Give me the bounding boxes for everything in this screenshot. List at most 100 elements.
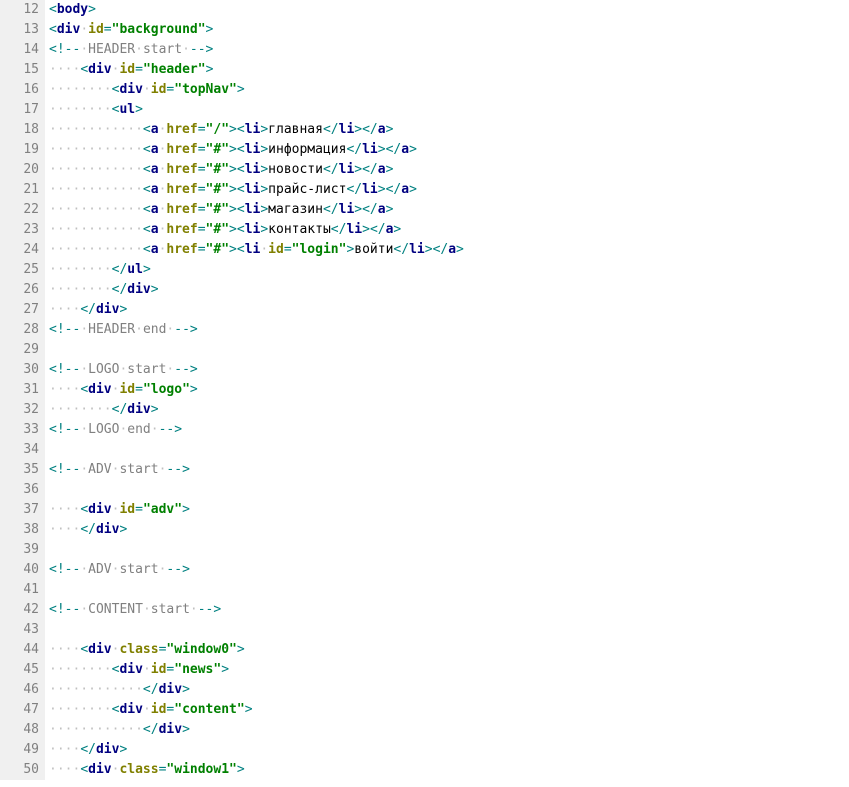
token-ws-dot: · — [143, 82, 151, 97]
token-tag-name: li — [346, 222, 362, 237]
code-line[interactable] — [49, 480, 849, 500]
token-attr-value: "#" — [206, 142, 229, 157]
code-line[interactable] — [49, 580, 849, 600]
token-tag-name: li — [245, 162, 261, 177]
token-tag-bracket: < — [80, 642, 88, 657]
code-line[interactable]: ········<div·id="news"> — [49, 660, 849, 680]
token-tag-name: div — [96, 522, 119, 537]
token-tag-bracket: < — [49, 22, 57, 37]
token-attr-value: "header" — [143, 62, 206, 77]
token-comment: start — [143, 42, 182, 57]
code-line[interactable] — [49, 340, 849, 360]
token-ws-dot: ········ — [49, 282, 112, 297]
code-line[interactable] — [49, 440, 849, 460]
code-line[interactable]: ············</div> — [49, 680, 849, 700]
code-line[interactable]: <!--·CONTENT·start·--> — [49, 600, 849, 620]
code-line[interactable]: ············<a·href="#"><li>информация</… — [49, 140, 849, 160]
code-line[interactable]: ····<div·id="logo"> — [49, 380, 849, 400]
token-tag-bracket: < — [237, 202, 245, 217]
token-tag-name: li — [409, 242, 425, 257]
token-tag-name: div — [88, 762, 111, 777]
token-attr-name: id — [151, 702, 167, 717]
code-editor[interactable]: 1213141516171819202122232425262728293031… — [0, 0, 849, 780]
token-txt: контакты — [268, 222, 331, 237]
token-attr-value: "#" — [206, 182, 229, 197]
token-attr-value: "logo" — [143, 382, 190, 397]
token-ws-dot: ············ — [49, 162, 143, 177]
line-number: 48 — [0, 720, 39, 740]
code-line[interactable] — [49, 620, 849, 640]
line-number: 18 — [0, 120, 39, 140]
token-tag-bracket: = — [198, 222, 206, 237]
token-ws-dot: · — [80, 22, 88, 37]
code-line[interactable]: ····</div> — [49, 520, 849, 540]
token-tag-name: a — [378, 162, 386, 177]
code-line[interactable]: ········<div·id="topNav"> — [49, 80, 849, 100]
code-line[interactable]: ········<ul> — [49, 100, 849, 120]
token-tag-name: div — [119, 82, 142, 97]
token-tag-bracket: </ — [112, 402, 128, 417]
line-number: 44 — [0, 640, 39, 660]
token-attr-value: "/" — [206, 122, 229, 137]
token-tag-name: div — [88, 642, 111, 657]
code-line[interactable]: <div·id="background"> — [49, 20, 849, 40]
code-line[interactable]: ····</div> — [49, 300, 849, 320]
line-number: 37 — [0, 500, 39, 520]
code-line[interactable]: ····<div·id="header"> — [49, 60, 849, 80]
code-line[interactable]: ············<a·href="/"><li>главная</li>… — [49, 120, 849, 140]
code-line[interactable]: ····<div·id="adv"> — [49, 500, 849, 520]
code-line[interactable]: ············<a·href="#"><li>прайс-лист</… — [49, 180, 849, 200]
token-tag-bracket: < — [143, 182, 151, 197]
line-number: 19 — [0, 140, 39, 160]
code-line[interactable]: <!--·ADV·start·--> — [49, 560, 849, 580]
code-line[interactable]: ············</div> — [49, 720, 849, 740]
token-attr-value: "adv" — [143, 502, 182, 517]
token-tag-bracket: > — [229, 162, 237, 177]
code-line[interactable]: ····<div·class="window1"> — [49, 760, 849, 780]
code-line[interactable]: ········<div·id="content"> — [49, 700, 849, 720]
token-tag-bracket: > — [119, 522, 127, 537]
code-line[interactable]: ········</div> — [49, 280, 849, 300]
token-ws-dot: ···· — [49, 522, 80, 537]
token-comment: HEADER — [88, 322, 135, 337]
token-tag-name: div — [127, 282, 150, 297]
code-line[interactable]: ········</ul> — [49, 260, 849, 280]
token-tag-bracket: > — [229, 122, 237, 137]
code-line[interactable] — [49, 540, 849, 560]
token-tag-bracket: > — [151, 402, 159, 417]
token-ws-dot: · — [151, 422, 159, 437]
code-line[interactable]: <!--·LOGO·end·--> — [49, 420, 849, 440]
token-tag-bracket: > — [143, 262, 151, 277]
code-line[interactable]: ············<a·href="#"><li·id="login">в… — [49, 240, 849, 260]
token-tag-bracket: < — [80, 762, 88, 777]
code-line[interactable]: ············<a·href="#"><li>контакты</li… — [49, 220, 849, 240]
token-tag-bracket: = — [104, 22, 112, 37]
code-line[interactable]: <!--·LOGO·start·--> — [49, 360, 849, 380]
token-tag-name: li — [362, 142, 378, 157]
token-attr-value: "content" — [174, 702, 244, 717]
line-number: 27 — [0, 300, 39, 320]
token-ws-dot: ···· — [49, 502, 80, 517]
code-line[interactable]: <body> — [49, 0, 849, 20]
token-tag-name: a — [151, 162, 159, 177]
token-ws-dot: · — [80, 602, 88, 617]
code-line[interactable]: <!--·HEADER·start·--> — [49, 40, 849, 60]
code-line[interactable]: ············<a·href="#"><li>магазин</li>… — [49, 200, 849, 220]
token-tag-bracket: < — [143, 122, 151, 137]
code-line[interactable]: ····<div·class="window0"> — [49, 640, 849, 660]
code-line[interactable]: ········</div> — [49, 400, 849, 420]
token-tag-bracket: = — [284, 242, 292, 257]
token-tag-bracket: > — [456, 242, 464, 257]
code-line[interactable]: <!--·HEADER·end·--> — [49, 320, 849, 340]
line-number: 15 — [0, 60, 39, 80]
code-line[interactable]: <!--·ADV·start·--> — [49, 460, 849, 480]
token-tag-bracket: > — [354, 202, 362, 217]
token-tag-name: a — [151, 182, 159, 197]
code-area[interactable]: <body><div·id="background"><!--·HEADER·s… — [45, 0, 849, 780]
line-number: 26 — [0, 280, 39, 300]
token-tag-name: a — [151, 242, 159, 257]
token-tag-name: div — [159, 682, 182, 697]
code-line[interactable]: ············<a·href="#"><li>новости</li>… — [49, 160, 849, 180]
code-line[interactable]: ····</div> — [49, 740, 849, 760]
token-comment: LOGO — [88, 362, 119, 377]
